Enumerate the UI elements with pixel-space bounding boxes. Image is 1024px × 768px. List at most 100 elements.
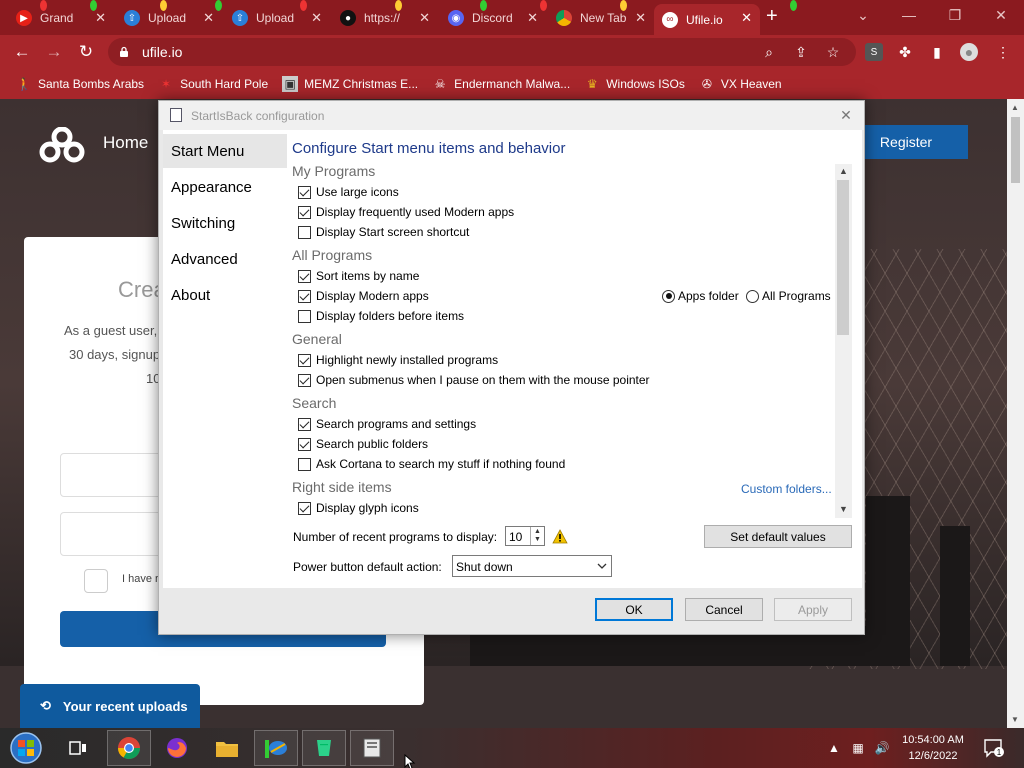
- dialog-titlebar[interactable]: StartIsBack configuration ✕: [159, 101, 864, 130]
- side-panel-icon[interactable]: ▮: [928, 43, 946, 61]
- share-icon[interactable]: ⇪: [792, 43, 810, 61]
- spin-down-icon[interactable]: ▼: [534, 536, 541, 543]
- notification-center-icon[interactable]: 1: [983, 738, 1005, 758]
- menu-icon[interactable]: ⋮: [994, 43, 1012, 61]
- network-icon[interactable]: ▦: [850, 740, 866, 756]
- volume-icon[interactable]: 🔊: [874, 740, 890, 756]
- tab-upload-2[interactable]: ⇧ Upload ✕: [224, 4, 330, 32]
- close-icon[interactable]: ✕: [527, 10, 538, 26]
- back-button[interactable]: ←: [10, 41, 34, 63]
- tab-search-button[interactable]: ⌄: [840, 0, 886, 30]
- address-bar[interactable]: ufile.io: [108, 38, 856, 66]
- sidebar-item-about[interactable]: About: [163, 278, 287, 312]
- custom-folders-link[interactable]: Custom folders...: [741, 482, 832, 496]
- bookmark-item[interactable]: ♛ Windows ISOs: [584, 76, 685, 92]
- taskbar-clock[interactable]: 10:54:00 AM 12/6/2022: [898, 732, 968, 764]
- close-icon[interactable]: ✕: [741, 10, 752, 26]
- tab-github[interactable]: ● https:// ✕: [332, 4, 438, 32]
- scroll-up-arrow[interactable]: ▲: [1011, 103, 1019, 112]
- clock-date: 12/6/2022: [908, 750, 958, 762]
- search-icon[interactable]: ⌕: [760, 43, 778, 61]
- open-submenus-checkbox[interactable]: Open submenus when I pause on them with …: [298, 373, 650, 387]
- ok-button[interactable]: OK: [595, 598, 673, 621]
- close-icon[interactable]: ✕: [203, 10, 214, 26]
- checkbox-checked: [298, 205, 311, 219]
- browser-toolbar: ← → ↻ ufile.io ⌕ ⇪ ☆ S ✤ ▮ ● ⋮: [0, 35, 1024, 69]
- close-window-button[interactable]: ✕: [978, 0, 1024, 30]
- all-programs-radio[interactable]: All Programs: [746, 289, 831, 303]
- apply-button[interactable]: Apply: [774, 598, 852, 621]
- recent-programs-label: Number of recent programs to display:: [293, 530, 498, 544]
- display-glyph-icons-checkbox[interactable]: Display glyph icons: [298, 501, 419, 515]
- frequent-modern-apps-checkbox[interactable]: Display frequently used Modern apps: [298, 205, 514, 219]
- app-taskbar-icon[interactable]: [254, 730, 298, 766]
- recent-programs-spinner[interactable]: 10 ▲ ▼: [505, 526, 545, 546]
- section-all-programs: All Programs: [292, 247, 373, 263]
- spinner-arrows[interactable]: ▲ ▼: [530, 527, 544, 545]
- display-modern-apps-checkbox[interactable]: Display Modern apps: [298, 289, 429, 303]
- bookmark-item[interactable]: ▣ MEMZ Christmas E...: [282, 76, 418, 92]
- firefox-taskbar-icon[interactable]: [155, 730, 199, 766]
- forward-button[interactable]: →: [42, 41, 66, 63]
- chevron-up-icon[interactable]: ▲: [826, 740, 842, 756]
- profile-avatar[interactable]: ●: [960, 43, 978, 61]
- power-action-dropdown[interactable]: Shut down: [452, 555, 612, 577]
- folders-before-items-checkbox[interactable]: Display folders before items: [298, 309, 464, 323]
- extension-badge[interactable]: S: [865, 43, 883, 61]
- use-large-icons-checkbox[interactable]: Use large icons: [298, 185, 399, 199]
- scroll-up-arrow[interactable]: ▲: [839, 166, 848, 176]
- sidebar-item-advanced[interactable]: Advanced: [163, 242, 287, 276]
- set-default-values-button[interactable]: Set default values: [704, 525, 852, 548]
- scroll-down-arrow[interactable]: ▼: [839, 504, 848, 514]
- start-button-icon[interactable]: [6, 730, 46, 766]
- scrollbar-thumb[interactable]: [837, 180, 849, 335]
- page-scrollbar[interactable]: ▲ ▼: [1007, 99, 1024, 728]
- tab-upload-1[interactable]: ⇧ Upload ✕: [116, 4, 222, 32]
- tab-ufile[interactable]: ∞ Ufile.io ✕: [654, 4, 760, 35]
- sort-by-name-checkbox[interactable]: Sort items by name: [298, 269, 419, 283]
- scrollbar-thumb[interactable]: [1011, 117, 1020, 183]
- terms-checkbox[interactable]: [84, 569, 108, 593]
- skull-icon: ☠: [434, 77, 446, 91]
- section-right-side-items: Right side items: [292, 479, 392, 495]
- extensions-icon[interactable]: ✤: [896, 43, 914, 61]
- search-public-folders-checkbox[interactable]: Search public folders: [298, 437, 428, 451]
- spin-up-icon[interactable]: ▲: [534, 528, 541, 535]
- recent-uploads-button[interactable]: ⟲ Your recent uploads: [20, 684, 200, 728]
- scroll-down-arrow[interactable]: ▼: [1011, 715, 1019, 724]
- search-programs-checkbox[interactable]: Search programs and settings: [298, 417, 476, 431]
- highlight-new-programs-checkbox[interactable]: Highlight newly installed programs: [298, 353, 498, 367]
- start-screen-shortcut-checkbox[interactable]: Display Start screen shortcut: [298, 225, 469, 239]
- restore-button[interactable]: ❐: [932, 0, 978, 30]
- bookmark-item[interactable]: 🚶 Santa Bombs Arabs: [16, 76, 145, 92]
- sidebar-item-appearance[interactable]: Appearance: [163, 170, 287, 204]
- bookmark-star-icon[interactable]: ☆: [824, 43, 842, 61]
- minimize-button[interactable]: —: [886, 0, 932, 30]
- task-view-icon[interactable]: [56, 730, 100, 766]
- close-icon[interactable]: ✕: [419, 10, 430, 26]
- bookmark-item[interactable]: ✶ South Hard Pole: [158, 76, 268, 92]
- options-scrollbar[interactable]: ▲ ▼: [835, 164, 852, 518]
- nav-home-link[interactable]: Home: [103, 133, 148, 153]
- apps-folder-radio[interactable]: Apps folder: [662, 289, 739, 303]
- reload-button[interactable]: ↻: [74, 41, 98, 63]
- dialog-close-button[interactable]: ✕: [835, 105, 857, 125]
- ask-cortana-checkbox[interactable]: Ask Cortana to search my stuff if nothin…: [298, 457, 565, 471]
- close-icon[interactable]: ✕: [635, 10, 646, 26]
- new-tab-button[interactable]: +: [766, 6, 778, 26]
- tab-grand[interactable]: ▶ Grand ✕: [8, 4, 114, 32]
- sidebar-item-start-menu[interactable]: Start Menu: [163, 134, 287, 168]
- tab-discord[interactable]: ◉ Discord ✕: [440, 4, 546, 32]
- chrome-taskbar-icon[interactable]: [107, 730, 151, 766]
- file-explorer-icon[interactable]: [205, 730, 249, 766]
- bookmark-item[interactable]: ☠ Endermanch Malwa...: [432, 76, 570, 92]
- sidebar-item-switching[interactable]: Switching: [163, 206, 287, 240]
- cancel-button[interactable]: Cancel: [685, 598, 763, 621]
- close-icon[interactable]: ✕: [311, 10, 322, 26]
- history-icon: ⟲: [40, 698, 51, 713]
- notepad-taskbar-icon[interactable]: [302, 730, 346, 766]
- tab-new-tab[interactable]: New Tab ✕: [548, 4, 654, 32]
- bookmark-item[interactable]: ✇ VX Heaven: [699, 76, 782, 92]
- close-icon[interactable]: ✕: [95, 10, 106, 26]
- config-taskbar-icon[interactable]: [350, 730, 394, 766]
